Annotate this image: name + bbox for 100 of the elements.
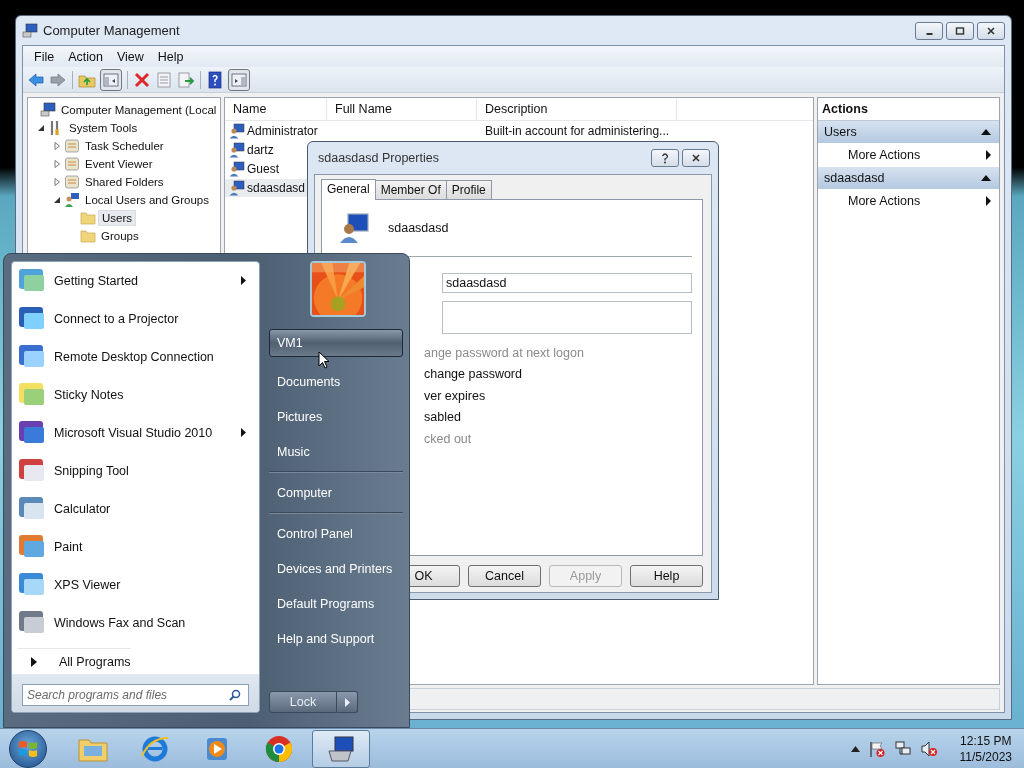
expanded-arrow-icon[interactable]	[37, 124, 45, 132]
column-header[interactable]: Full Name	[327, 98, 477, 120]
speaker-icon[interactable]	[919, 739, 938, 758]
section-header[interactable]: sdaasdasd	[818, 167, 999, 189]
action-pane-icon[interactable]	[228, 68, 250, 91]
tree-item[interactable]: Shared Folders	[82, 175, 167, 189]
arrow-icon	[344, 697, 350, 707]
start-button[interactable]	[9, 729, 47, 768]
search-icon[interactable]	[229, 689, 241, 701]
help-icon[interactable]	[206, 70, 224, 89]
menu-item[interactable]: Help	[150, 49, 191, 64]
clock-date[interactable]: 11/5/2023	[959, 749, 1012, 764]
program-item[interactable]: Connect to a Projector	[12, 300, 259, 338]
tree-item[interactable]: Task Scheduler	[82, 139, 167, 153]
user-name-cell[interactable]: sdaasdasd	[225, 178, 308, 197]
collapsed-arrow-icon[interactable]	[53, 160, 61, 168]
tab[interactable]: Member Of	[374, 180, 447, 199]
description-cell-text: Built-in account for administering...	[484, 123, 671, 138]
dialog-title: sdaasdasd Properties	[318, 151, 439, 165]
tricolor-circle-icon	[264, 733, 294, 764]
action-link[interactable]: More Actions	[848, 194, 921, 208]
tree-item[interactable]: Local Users and Groups	[82, 193, 212, 207]
program-item[interactable]: Remote Desktop Connection	[12, 338, 259, 376]
user-name-cell[interactable]: dartz	[225, 140, 276, 159]
window-title: Computer Management	[43, 23, 180, 38]
close-button[interactable]	[682, 149, 710, 167]
close-icon	[691, 153, 701, 163]
section-title: sdaasdasd	[824, 171, 885, 185]
tree-item[interactable]: System Tools	[66, 121, 141, 135]
tree-item[interactable]: Users	[98, 210, 137, 226]
tree-item[interactable]: Groups	[98, 229, 142, 243]
place-item[interactable]: Music	[269, 434, 403, 469]
user-name-cell[interactable]: Guest	[225, 159, 281, 178]
lock-options-button[interactable]	[337, 691, 358, 713]
program-item[interactable]: Snipping Tool	[12, 452, 259, 490]
flag-icon[interactable]	[867, 739, 886, 758]
taskbar-button[interactable]	[312, 729, 370, 768]
place-item[interactable]: VM1	[269, 329, 403, 357]
snap-in-icon	[64, 174, 80, 190]
dialog-button[interactable]: Help	[630, 565, 703, 587]
place-item[interactable]: Pictures	[269, 399, 403, 434]
maximize-button[interactable]	[946, 21, 974, 40]
tree-item[interactable]: Computer Management (Local	[58, 103, 220, 117]
tree-item[interactable]: Event Viewer	[82, 157, 156, 171]
place-item[interactable]: Default Programs	[269, 586, 403, 621]
submenu-arrow-icon[interactable]	[986, 196, 991, 206]
network-icon[interactable]	[893, 739, 912, 758]
checkbox-label[interactable]: sabled	[424, 406, 461, 428]
place-item[interactable]: Documents	[269, 364, 403, 399]
help-button[interactable]	[651, 149, 679, 167]
tab[interactable]: Profile	[445, 180, 492, 199]
menu-item[interactable]: Action	[61, 49, 110, 64]
export-icon[interactable]	[177, 70, 195, 89]
snap-in-icon	[64, 138, 80, 154]
program-item[interactable]: Sticky Notes	[12, 376, 259, 414]
dialog-button[interactable]: Cancel	[468, 565, 541, 587]
column-header[interactable]: Description	[477, 98, 677, 120]
delete-icon[interactable]	[133, 70, 151, 89]
section-header[interactable]: Users	[818, 121, 999, 143]
minimize-button[interactable]	[915, 21, 943, 40]
program-item[interactable]: Windows Fax and Scan	[12, 604, 259, 642]
program-item[interactable]: Microsoft Visual Studio 2010	[12, 414, 259, 452]
place-item[interactable]: Computer	[269, 475, 403, 510]
search-field[interactable]: Search programs and files	[22, 684, 249, 706]
checkbox-label[interactable]: change password	[424, 363, 522, 385]
action-link[interactable]: More Actions	[848, 148, 921, 162]
collapsed-arrow-icon[interactable]	[53, 142, 61, 150]
place-item[interactable]: Control Panel	[269, 516, 403, 551]
caret-icon[interactable]	[850, 745, 860, 752]
submenu-arrow-icon[interactable]	[986, 150, 991, 160]
program-item[interactable]: Calculator	[12, 490, 259, 528]
column-header[interactable]: Name	[225, 98, 327, 120]
collapsed-arrow-icon[interactable]	[53, 178, 61, 186]
users-icon	[64, 192, 80, 208]
close-button[interactable]	[977, 21, 1005, 40]
checkbox-label[interactable]: ver expires	[424, 385, 486, 407]
clock-time[interactable]: 12:15 PM	[960, 733, 1012, 748]
folder-icon	[80, 228, 96, 244]
user-icon	[229, 141, 245, 158]
description-field[interactable]	[442, 301, 692, 334]
collapse-arrow-icon[interactable]	[981, 175, 991, 181]
full-name-field[interactable]: sdaasdasd	[442, 273, 692, 293]
collapse-arrow-icon[interactable]	[981, 129, 991, 135]
menu-item[interactable]: View	[109, 49, 151, 64]
place-item[interactable]: Help and Support	[269, 621, 403, 656]
program-item[interactable]: Getting Started	[12, 262, 259, 300]
program-item[interactable]: Paint	[12, 528, 259, 566]
expanded-arrow-icon[interactable]	[53, 196, 61, 204]
menu-item[interactable]: File	[27, 49, 62, 64]
forward-icon[interactable]	[49, 70, 67, 89]
program-item[interactable]: XPS Viewer	[12, 566, 259, 604]
user-name-cell[interactable]: Administrator	[225, 121, 320, 140]
back-icon[interactable]	[27, 70, 45, 89]
section-title: Users	[824, 125, 857, 139]
close-icon	[986, 25, 996, 36]
lock-button[interactable]: Lock	[269, 691, 337, 713]
maximize-icon	[955, 25, 965, 36]
tab[interactable]: General	[321, 179, 376, 200]
mouse-cursor-icon	[318, 351, 330, 369]
pane-toggle-icon[interactable]	[100, 68, 122, 91]
